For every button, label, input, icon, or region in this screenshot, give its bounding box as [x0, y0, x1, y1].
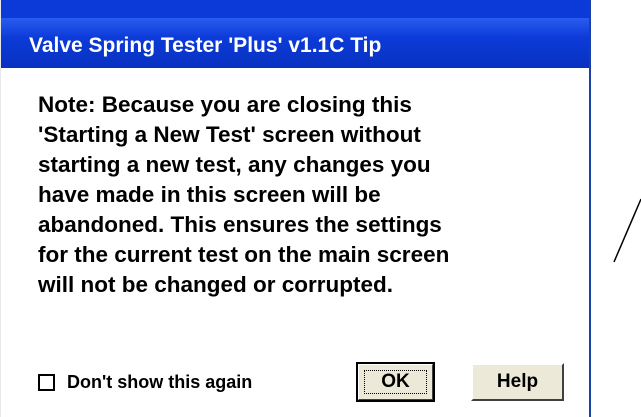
- tip-message-line: abandoned. This ensures the settings: [38, 212, 442, 237]
- tip-message: Note: Because you are closing this 'Start…: [38, 90, 578, 300]
- dont-show-again-checkbox[interactable]: Don't show this again: [38, 370, 252, 394]
- tip-message-line: will not be changed or corrupted.: [38, 272, 394, 297]
- tip-message-line: Note: Because you are closing this: [38, 92, 412, 117]
- title-bar-top-edge: [1, 0, 589, 18]
- annotation-line: [613, 198, 641, 263]
- window-title: Valve Spring Tester 'Plus' v1.1C Tip: [29, 34, 382, 57]
- help-button-label: Help: [496, 371, 539, 392]
- tip-message-line: have made in this screen will be: [38, 182, 381, 207]
- ok-button[interactable]: OK: [356, 362, 435, 402]
- checkbox-label[interactable]: Don't show this again: [67, 372, 252, 393]
- tip-message-line: starting a new test, any changes you: [38, 152, 431, 177]
- ok-button-label: OK: [381, 371, 410, 392]
- checkbox-icon[interactable]: [38, 373, 55, 391]
- tip-message-line: for the current test on the main screen: [38, 242, 450, 267]
- tip-message-line: 'Starting a New Test' screen without: [38, 122, 421, 147]
- help-button[interactable]: Help: [471, 363, 564, 401]
- tip-dialog: Valve Spring Tester 'Plus' v1.1C Tip Not…: [0, 0, 591, 417]
- page: Valve Spring Tester 'Plus' v1.1C Tip Not…: [0, 0, 641, 417]
